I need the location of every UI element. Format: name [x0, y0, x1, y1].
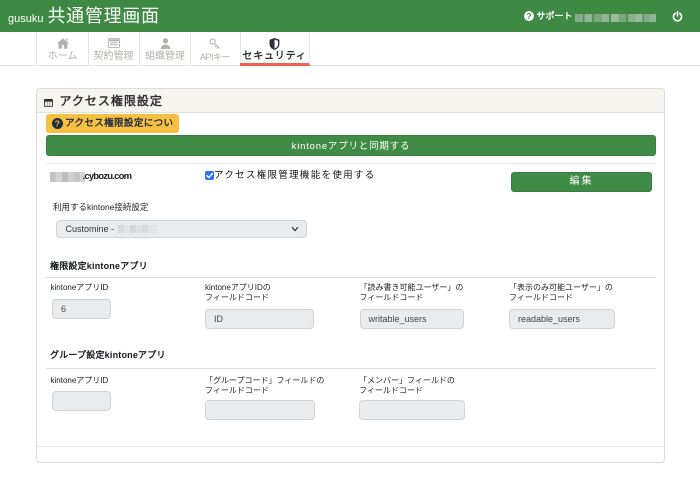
svg-text:?: ? [527, 12, 532, 21]
svg-text:?: ? [55, 118, 61, 128]
